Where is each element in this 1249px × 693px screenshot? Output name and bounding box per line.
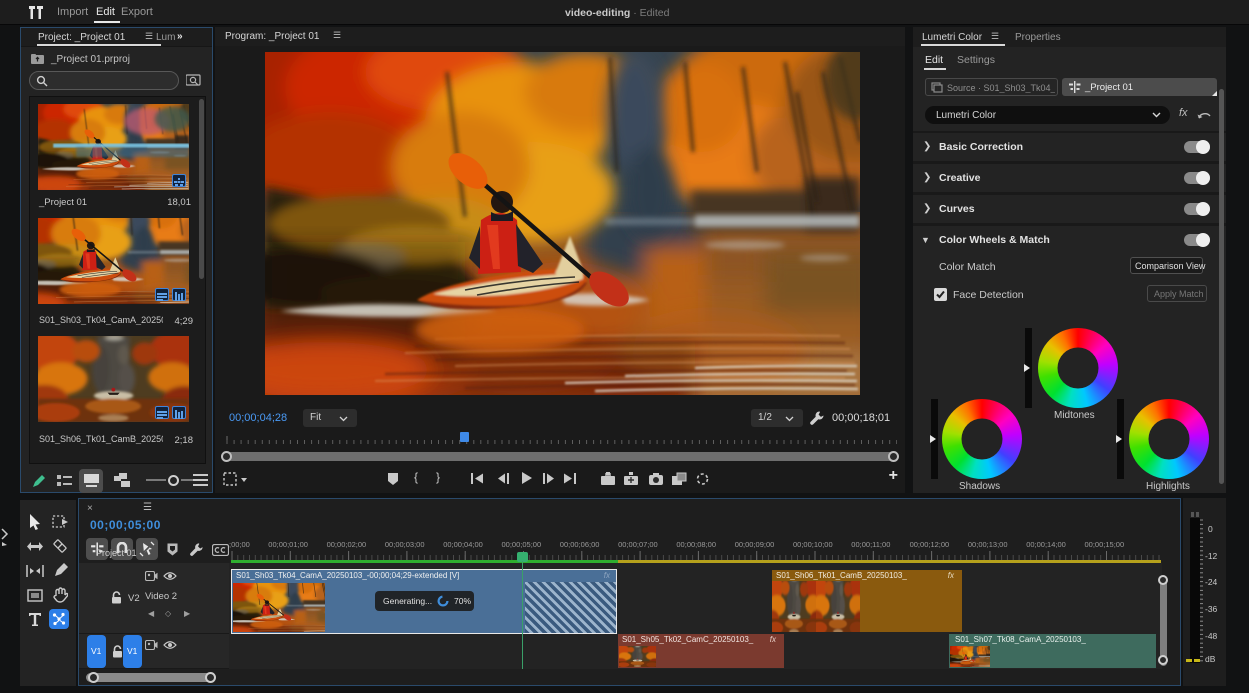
svg-text:00;00;04;00: 00;00;04;00 xyxy=(443,540,483,549)
svg-text:00;00;02;00: 00;00;02;00 xyxy=(327,540,367,549)
svg-text:00;00;15;00: 00;00;15;00 xyxy=(1085,540,1125,549)
svg-text:00;00;11;00: 00;00;11;00 xyxy=(851,540,890,549)
svg-text:00;00;10;00: 00;00;10;00 xyxy=(793,540,833,549)
svg-text:00;00;07;00: 00;00;07;00 xyxy=(618,540,658,549)
svg-text:00;00;09;00: 00;00;09;00 xyxy=(735,540,775,549)
svg-text:00;00;08;00: 00;00;08;00 xyxy=(676,540,716,549)
svg-text:00;00;05;00: 00;00;05;00 xyxy=(502,540,542,549)
svg-text:00;00;12;00: 00;00;12;00 xyxy=(910,540,950,549)
svg-text:00;00;06;00: 00;00;06;00 xyxy=(560,540,600,549)
svg-text:00;00;01;00: 00;00;01;00 xyxy=(268,540,308,549)
svg-text:00;00;14;00: 00;00;14;00 xyxy=(1026,540,1066,549)
svg-text:00;00;13;00: 00;00;13;00 xyxy=(968,540,1008,549)
svg-text:00;00;03;00: 00;00;03;00 xyxy=(385,540,425,549)
svg-text:;00;00: ;00;00 xyxy=(229,540,250,549)
